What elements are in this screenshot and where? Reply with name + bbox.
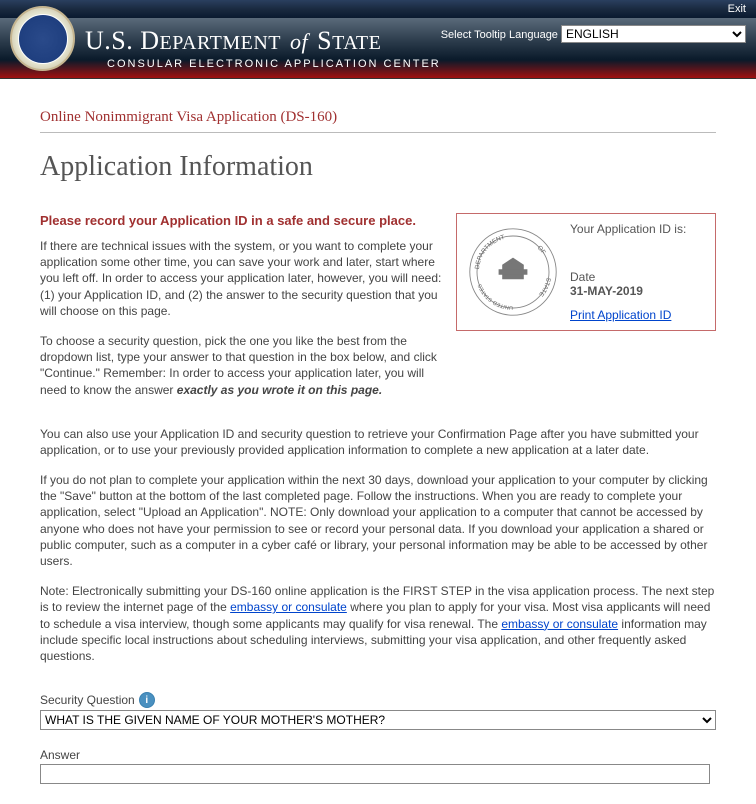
app-id-label: Your Application ID is: xyxy=(570,222,707,236)
topbar: Exit xyxy=(0,0,756,18)
date-value: 31-MAY-2019 xyxy=(570,284,707,298)
security-question-block: Security Question i WHAT IS THE GIVEN NA… xyxy=(40,692,716,730)
language-label: Select Tooltip Language xyxy=(441,29,558,41)
answer-label: Answer xyxy=(40,748,716,762)
dept-text: TATE xyxy=(332,32,381,54)
paragraph: Note: Electronically submitting your DS-… xyxy=(40,583,716,664)
page-badge: Online Nonimmigrant Visa Application (DS… xyxy=(40,109,337,126)
date-label: Date xyxy=(570,270,707,284)
us-seal-logo xyxy=(10,6,75,71)
warning-heading: Please record your Application ID in a s… xyxy=(40,213,446,228)
dept-text: of xyxy=(290,29,308,54)
paragraph: To choose a security question, pick the … xyxy=(40,333,446,398)
dept-text: S xyxy=(317,26,332,55)
embassy-consulate-link[interactable]: embassy or consulate xyxy=(230,600,347,614)
dept-text: U.S. D xyxy=(85,26,160,55)
embassy-consulate-link[interactable]: embassy or consulate xyxy=(501,617,618,631)
main-container: Online Nonimmigrant Visa Application (DS… xyxy=(0,79,756,804)
department-title: U.S. DEPARTMENT of STATE CONSULAR ELECTR… xyxy=(85,26,441,70)
dept-text: EPARTMENT xyxy=(160,32,281,54)
language-block: Select Tooltip Language ENGLISH xyxy=(441,25,746,43)
application-id-box: DEPARTMENT OF STATE UNITED STATES xyxy=(456,213,716,331)
paragraph: If there are technical issues with the s… xyxy=(40,238,446,319)
title-divider xyxy=(40,132,716,133)
department-seal-icon: DEPARTMENT OF STATE UNITED STATES xyxy=(465,222,560,322)
security-question-select[interactable]: WHAT IS THE GIVEN NAME OF YOUR MOTHER'S … xyxy=(40,710,716,730)
answer-block: Answer xyxy=(40,748,716,784)
help-icon[interactable]: i xyxy=(139,692,155,708)
dept-subtitle: CONSULAR ELECTRONIC APPLICATION CENTER xyxy=(107,58,441,70)
info-text-column: Please record your Application ID in a s… xyxy=(40,213,446,412)
language-select[interactable]: ENGLISH xyxy=(561,25,746,43)
print-application-id-link[interactable]: Print Application ID xyxy=(570,308,671,322)
answer-input[interactable] xyxy=(40,764,710,784)
page-title: Application Information xyxy=(40,151,716,183)
paragraph: If you do not plan to complete your appl… xyxy=(40,472,716,569)
paragraph: You can also use your Application ID and… xyxy=(40,426,716,458)
header-banner: U.S. DEPARTMENT of STATE CONSULAR ELECTR… xyxy=(0,18,756,79)
paragraph-emphasis: exactly as you wrote it on this page. xyxy=(177,383,382,397)
exit-link[interactable]: Exit xyxy=(728,3,746,15)
security-question-label: Security Question xyxy=(40,693,135,707)
